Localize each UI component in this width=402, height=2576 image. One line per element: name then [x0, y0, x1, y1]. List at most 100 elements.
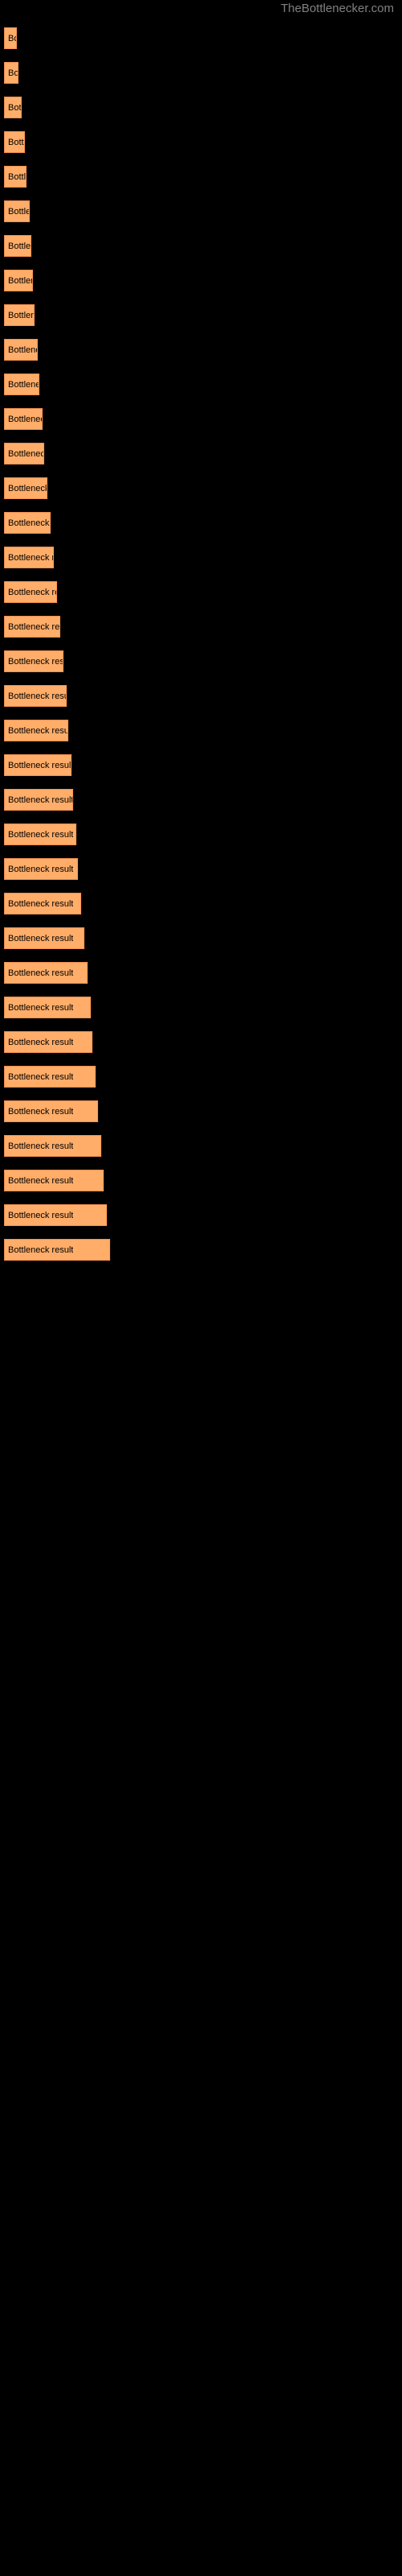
bar-row: Bottleneck result [0, 886, 402, 921]
bar[interactable]: Bottleneck result [4, 27, 17, 49]
bar[interactable]: Bottleneck result [4, 1031, 92, 1053]
bar-row: Bottleneck result [0, 1232, 402, 1267]
bar-row: Bottleneck result [0, 921, 402, 956]
bar-row: Bottleneck result [0, 748, 402, 782]
bar[interactable]: Bottleneck result [4, 1204, 107, 1226]
bar-label: Bottleneck result [8, 1141, 74, 1151]
bar-row: Bottleneck result [0, 609, 402, 644]
bar-row: Bottleneck result [0, 1163, 402, 1198]
bar-label: Bottleneck result [8, 587, 56, 597]
bar[interactable]: Bottleneck result [4, 443, 44, 464]
bar-label: Bottleneck result [8, 1210, 74, 1220]
bar-row: Bottleneck result [0, 540, 402, 575]
bar[interactable]: Bottleneck result [4, 200, 30, 222]
bar-label: Bottleneck result [8, 1106, 74, 1117]
bar-row: Bottleneck result [0, 713, 402, 748]
bar[interactable]: Bottleneck result [4, 512, 51, 534]
bar[interactable]: Bottleneck result [4, 754, 72, 776]
bar[interactable]: Bottleneck result [4, 685, 67, 707]
bar-label: Bottleneck result [8, 345, 37, 355]
bar-label: Bottleneck result [8, 691, 66, 701]
bar-label: Bottleneck result [8, 171, 26, 182]
bar[interactable]: Bottleneck result [4, 270, 33, 291]
bar-label: Bottleneck result [8, 968, 74, 978]
bar-label: Bottleneck result [8, 864, 74, 874]
bar-row: Bottleneck result [0, 90, 402, 125]
bottleneck-bar-chart: Bottleneck result Bottleneck result Bottle… [0, 21, 402, 1267]
bar-label: Bottleneck result [8, 1245, 74, 1255]
bar-label: Bottleneck result [8, 1002, 74, 1013]
bar-row: Bottleneck result [0, 159, 402, 194]
bar[interactable]: Bottleneck result [4, 858, 78, 880]
bar[interactable]: Bottleneck result [4, 1100, 98, 1122]
bar[interactable]: Bottleneck result [4, 235, 31, 257]
bar-row: Bottleneck result [0, 1094, 402, 1129]
bar-label: Bottleneck result [8, 102, 21, 113]
bar[interactable]: Bottleneck result [4, 720, 68, 741]
bar[interactable]: Bottleneck result [4, 893, 81, 914]
bar-row: Bottleneck result [0, 852, 402, 886]
bar-label: Bottleneck result [8, 379, 39, 390]
bar-label: Bottleneck result [8, 448, 43, 459]
bar-row: Bottleneck result [0, 194, 402, 229]
bar-row: Bottleneck result [0, 679, 402, 713]
bar-row: Bottleneck result [0, 575, 402, 609]
bar[interactable]: Bottleneck result [4, 62, 18, 84]
bar[interactable]: Bottleneck result [4, 374, 39, 395]
bar[interactable]: Bottleneck result [4, 304, 35, 326]
bar-row: Bottleneck result [0, 367, 402, 402]
bar[interactable]: Bottleneck result [4, 408, 43, 430]
bar-label: Bottleneck result [8, 518, 50, 528]
bar-label: Bottleneck result [8, 1037, 74, 1047]
bar[interactable]: Bottleneck result [4, 166, 27, 188]
bar-label: Bottleneck result [8, 760, 71, 770]
bar-label: Bottleneck result [8, 1071, 74, 1082]
bar-row: Bottleneck result [0, 436, 402, 471]
bar-label: Bottleneck result [8, 552, 53, 563]
bar[interactable]: Bottleneck result [4, 547, 54, 568]
bar[interactable]: Bottleneck result [4, 1135, 101, 1157]
site-watermark: TheBottlenecker.com [281, 2, 394, 15]
bar-row: Bottleneck result [0, 56, 402, 90]
bar-row: Bottleneck result [0, 332, 402, 367]
bar-label: Bottleneck result [8, 33, 16, 43]
bar[interactable]: Bottleneck result [4, 339, 38, 361]
bar-label: Bottleneck result [8, 241, 31, 251]
bar[interactable]: Bottleneck result [4, 997, 91, 1018]
bar[interactable]: Bottleneck result [4, 789, 73, 811]
bar-row: Bottleneck result [0, 1198, 402, 1232]
bar-label: Bottleneck result [8, 206, 29, 217]
bar-row: Bottleneck result [0, 298, 402, 332]
bar-row: Bottleneck result [0, 817, 402, 852]
bar[interactable]: Bottleneck result [4, 1066, 96, 1088]
bar-row: Bottleneck result [0, 1129, 402, 1163]
bar[interactable]: Bottleneck result [4, 927, 84, 949]
bar-label: Bottleneck result [8, 621, 59, 632]
bar[interactable]: Bottleneck result [4, 581, 57, 603]
bar-label: Bottleneck result [8, 275, 32, 286]
bar-row: Bottleneck result [0, 644, 402, 679]
bar-row: Bottleneck result [0, 263, 402, 298]
bar-label: Bottleneck result [8, 1175, 74, 1186]
bar-row: Bottleneck result [0, 990, 402, 1025]
bar[interactable]: Bottleneck result [4, 1239, 110, 1261]
bar-row: Bottleneck result [0, 506, 402, 540]
bar[interactable]: Bottleneck result [4, 650, 64, 672]
bar[interactable]: Bottleneck result [4, 824, 76, 845]
bar[interactable]: Bottleneck result [4, 962, 88, 984]
bar[interactable]: Bottleneck result [4, 616, 60, 638]
bar-label: Bottleneck result [8, 795, 72, 805]
bar-label: Bottleneck result [8, 656, 63, 667]
bar-row: Bottleneck result [0, 1025, 402, 1059]
bar-label: Bottleneck result [8, 137, 24, 147]
bar[interactable]: Bottleneck result [4, 97, 22, 118]
bar[interactable]: Bottleneck result [4, 131, 25, 153]
bar[interactable]: Bottleneck result [4, 477, 47, 499]
bar-label: Bottleneck result [8, 414, 42, 424]
bar-label: Bottleneck result [8, 68, 18, 78]
bar-row: Bottleneck result [0, 402, 402, 436]
bar-label: Bottleneck result [8, 483, 47, 493]
bar[interactable]: Bottleneck result [4, 1170, 104, 1191]
bar-label: Bottleneck result [8, 310, 34, 320]
bar-row: Bottleneck result [0, 229, 402, 263]
